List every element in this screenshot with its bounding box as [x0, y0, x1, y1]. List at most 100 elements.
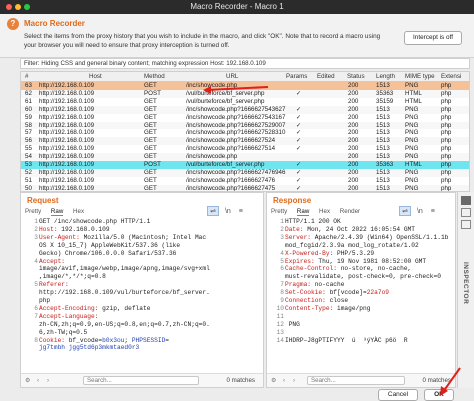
settings-icon[interactable]: ⚙	[25, 377, 31, 384]
column-header-extension[interactable]: Extensi	[441, 73, 461, 80]
menu-icon[interactable]: ≡	[431, 208, 435, 215]
code-line: must-revalidate, post-check=0, pre-check…	[285, 273, 441, 281]
next-match-icon[interactable]: ›	[293, 377, 295, 384]
code-token: http://192.168.0.109/vul/burteforce/bf_s…	[39, 289, 210, 297]
request-search-input[interactable]	[83, 376, 199, 385]
column-header-mime-type[interactable]: MIME type	[405, 73, 435, 80]
table-cell-status: 200	[348, 129, 359, 137]
table-cell-length: 1513	[376, 184, 390, 192]
filter-bar[interactable]: Filter: Hiding CSS and general binary co…	[20, 58, 470, 69]
column-header-method[interactable]: Method	[144, 73, 165, 80]
help-icon[interactable]: ?	[7, 18, 19, 30]
column-header-host[interactable]: Host	[89, 73, 102, 80]
table-cell-mime: HTML	[405, 161, 422, 168]
table-cell-host: http://192.168.0.109	[39, 97, 95, 105]
table-row[interactable]: 63 http://192.168.0.109 GET/inc/showcode.p…	[21, 82, 469, 91]
line-number: 10	[276, 304, 284, 312]
pretty-print-toggle-icon[interactable]: ⇌	[399, 206, 411, 216]
table-cell-url: /vul/burteforce/bf_server.php	[186, 89, 265, 97]
table-row[interactable]: 62 http://192.168.0.109 POST/vul/burteforc…	[21, 89, 469, 98]
ok-button[interactable]: OK	[424, 389, 454, 401]
response-tabs: Pretty Raw Hex Render	[271, 208, 368, 217]
table-cell-url: /inc/showcode.php?1666627543167	[186, 113, 286, 121]
table-cell-method: GET	[144, 168, 157, 176]
layout-single-icon[interactable]	[461, 220, 471, 229]
table-cell-method: GET	[144, 105, 157, 113]
request-pane: Request Pretty Raw Hex ⇌ \n ≡ 1 GET /inc/…	[20, 192, 264, 388]
table-row[interactable]: 55 http://192.168.0.109 GET/inc/showcode.p…	[21, 145, 469, 154]
table-row[interactable]: 59 http://192.168.0.109 GET/inc/showcode.p…	[21, 113, 469, 122]
previous-match-icon[interactable]: ‹	[283, 377, 285, 384]
request-tab-pretty[interactable]: Pretty	[25, 208, 41, 215]
column-header-url[interactable]: URL	[226, 73, 238, 80]
table-cell-host: http://192.168.0.109	[39, 168, 95, 176]
column-header-edited[interactable]: Edited	[317, 73, 335, 80]
table-row[interactable]: 58 http://192.168.0.109 GET/inc/showcode.p…	[21, 121, 469, 130]
layout-icon[interactable]	[461, 196, 471, 205]
table-cell-num: 57	[25, 129, 32, 137]
table-row[interactable]: 52 http://192.168.0.109 GET/inc/showcode.p…	[21, 168, 469, 177]
code-token: bf[vcode]=	[325, 289, 367, 297]
column-header-params[interactable]: Params	[286, 73, 307, 80]
response-tab-pretty[interactable]: Pretty	[271, 208, 287, 215]
line-number: 4	[34, 257, 38, 265]
response-tab-render[interactable]: Render	[340, 208, 360, 215]
response-search-input[interactable]	[307, 376, 405, 385]
request-tab-hex[interactable]: Hex	[73, 208, 84, 215]
newline-toggle-icon[interactable]: \n	[225, 208, 231, 215]
column-header-length[interactable]: Length	[376, 73, 395, 80]
pretty-print-toggle-icon[interactable]: ⇌	[207, 206, 219, 216]
table-cell-params: ✓	[296, 121, 302, 129]
inspector-sidebar[interactable]: INSPECTOR	[457, 192, 474, 388]
table-row[interactable]: 60 http://192.168.0.109 GET/inc/showcode.p…	[21, 105, 469, 114]
response-tab-raw[interactable]: Raw	[296, 208, 310, 216]
code-line: mod_fcgid/2.3.9a mod_log_rotate/1.02	[285, 242, 419, 250]
code-line: Referer:	[39, 281, 69, 289]
table-cell-num: 61	[25, 97, 32, 105]
table-cell-host: http://192.168.0.109	[39, 153, 95, 161]
table-cell-host: http://192.168.0.109	[39, 161, 95, 168]
request-match-count: 0 matches	[226, 377, 255, 384]
table-row[interactable]: 53 http://192.168.0.109 POST/vul/burteforc…	[21, 161, 469, 170]
table-cell-status: 200	[348, 145, 359, 153]
table-cell-num: 60	[25, 105, 32, 113]
table-row[interactable]: 51 http://192.168.0.109 GET/inc/showcode.p…	[21, 176, 469, 185]
cancel-button[interactable]: Cancel	[378, 389, 418, 401]
request-tab-raw[interactable]: Raw	[50, 208, 64, 216]
code-line: Host: 192.168.0.109	[39, 226, 110, 234]
intercept-toggle-button[interactable]: Intercept is off	[404, 31, 462, 45]
code-token: php	[39, 297, 51, 304]
response-tab-hex[interactable]: Hex	[319, 208, 330, 215]
table-cell-url: /inc/showcode.php?1666627529007	[186, 121, 286, 129]
table-cell-method: GET	[144, 121, 157, 129]
next-match-icon[interactable]: ›	[47, 377, 49, 384]
inspector-label[interactable]: INSPECTOR	[462, 262, 469, 304]
settings-icon[interactable]: ⚙	[271, 377, 277, 384]
table-cell-ext: php	[441, 89, 452, 97]
menu-icon[interactable]: ≡	[239, 208, 243, 215]
table-cell-num: 56	[25, 137, 32, 145]
column-header-number[interactable]: #	[25, 73, 28, 80]
table-cell-params: ✓	[296, 113, 302, 121]
table-cell-method: POST	[144, 161, 161, 168]
layout-split-icon[interactable]	[461, 208, 471, 217]
code-line: User-Agent: Mozilla/5.0 (Macintosh; Inte…	[39, 234, 206, 242]
previous-match-icon[interactable]: ‹	[37, 377, 39, 384]
code-token: no-store, no-cache,	[336, 265, 412, 273]
newline-toggle-icon[interactable]: \n	[417, 208, 423, 215]
code-line: ,image/*,*/*;q=0.8	[39, 273, 106, 281]
table-row[interactable]: 57 http://192.168.0.109 GET/inc/showcode.p…	[21, 129, 469, 138]
table-cell-num: 55	[25, 145, 32, 153]
table-row[interactable]: 54 http://192.168.0.109 GET/inc/showcode.p…	[21, 153, 469, 162]
table-cell-ext: php	[441, 161, 452, 168]
table-row[interactable]: 56 http://192.168.0.109 GET/inc/showcode.p…	[21, 137, 469, 146]
table-row[interactable]: 50 http://192.168.0.109 GET/inc/showcode.p…	[21, 184, 469, 192]
code-line: image/avif,image/webp,image/apng,image/s…	[39, 265, 210, 273]
table-cell-num: 63	[25, 82, 32, 89]
line-number: 14	[276, 336, 284, 344]
column-header-status[interactable]: Status	[347, 73, 365, 80]
response-match-count: 0 matches	[422, 377, 451, 384]
table-cell-length: 1513	[376, 153, 390, 161]
code-line: 6,zh-TW;q=0.5	[39, 329, 87, 337]
table-row[interactable]: 61 http://192.168.0.109 GET/vul/burteforce…	[21, 97, 469, 106]
